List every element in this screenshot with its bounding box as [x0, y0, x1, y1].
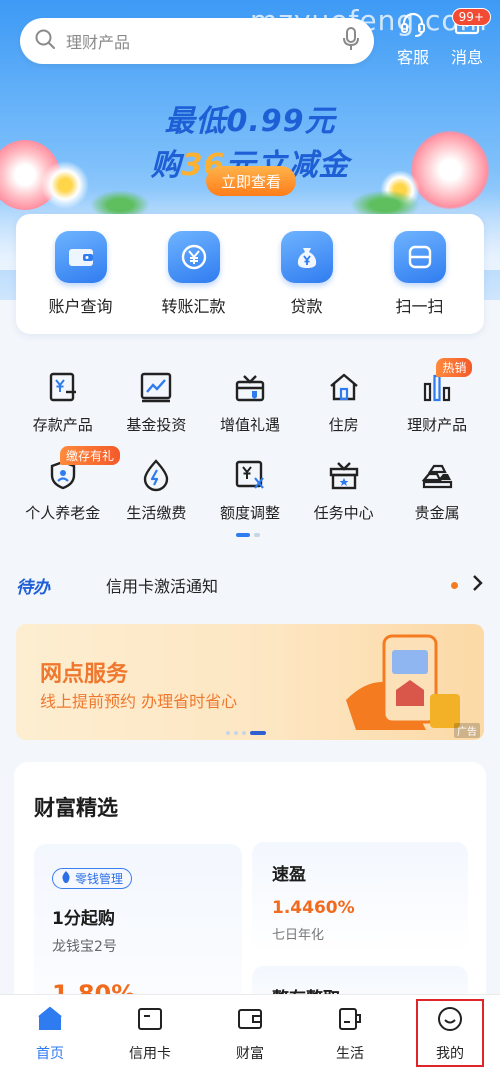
service-grid-row-2: 缴存有礼 个人养老金 生活缴费 额度调整 任务中心 贵金属 [16, 446, 484, 523]
todo-text: 信用卡激活通知 [106, 577, 219, 596]
page-dot [226, 731, 230, 735]
category-pill: 零钱管理 [52, 868, 133, 889]
tab-label: 首页 [36, 1046, 64, 1062]
tab-label: 生活 [336, 1046, 364, 1062]
tab-label: 信用卡 [129, 1046, 171, 1062]
phone-illustration [336, 630, 466, 736]
grid-label: 贵金属 [414, 504, 460, 522]
page-dot [234, 731, 238, 735]
page-dot-active [250, 731, 266, 735]
deposit-icon [44, 368, 82, 406]
message-badge: 99+ [451, 8, 491, 26]
page-dot [242, 731, 246, 735]
task-gift-icon [325, 456, 363, 494]
wealth-card-suying[interactable]: 速盈 1.4460% 七日年化 [252, 842, 468, 954]
cup-icon [336, 1005, 364, 1037]
grid-item-life-payment[interactable]: 生活缴费 [110, 456, 204, 523]
tab-wealth[interactable]: 财富 [205, 1005, 295, 1063]
action-label: 转账汇款 [161, 297, 226, 316]
service-grid-row-1: 存款产品 基金投资 增值礼遇 住房 热销 理财产品 [16, 358, 484, 435]
search-icon [34, 28, 56, 54]
headset-icon [399, 10, 427, 42]
action-label: 账户查询 [48, 297, 113, 316]
banner-line-1: 最低0.99元 [164, 104, 336, 139]
unread-dot [451, 581, 458, 589]
house-icon [325, 368, 363, 406]
hot-sale-tag: 热销 [436, 358, 473, 377]
banner-line-2-prefix: 购 [150, 148, 182, 183]
ad-page-indicator [226, 731, 266, 735]
ad-subtitle: 线上提前预约 办理省时省心 [40, 692, 238, 711]
product-rate: 1.4460% [272, 898, 355, 918]
branch-service-ad[interactable]: 网点服务 线上提前预约 办理省时省心 广告 [16, 624, 484, 740]
envelope-icon: 99+ [451, 8, 491, 42]
action-account-query[interactable]: 账户查询 [31, 231, 131, 317]
grid-item-fund[interactable]: 基金投资 [110, 368, 204, 435]
product-name: 龙钱宝2号 [52, 939, 117, 955]
grid-label: 任务中心 [313, 504, 374, 522]
grid-page-indicator [236, 533, 260, 537]
grid-label: 个人养老金 [25, 504, 101, 522]
grid-label: 生活缴费 [126, 504, 187, 522]
grid-item-wealth-products[interactable]: 热销 理财产品 [390, 358, 484, 435]
action-label: 贷款 [290, 297, 323, 316]
scan-icon [393, 231, 446, 283]
todo-tag: 待办 [16, 577, 50, 598]
yuan-transfer-icon [167, 231, 220, 283]
wallet-icon [54, 231, 107, 283]
grid-item-task-center[interactable]: 任务中心 [297, 456, 391, 523]
fund-chart-icon [137, 368, 175, 406]
grid-item-precious-metals[interactable]: 贵金属 [390, 456, 484, 523]
main-actions-card: 账户查询 转账汇款 贷款 扫一扫 [16, 214, 484, 334]
grid-label: 基金投资 [126, 416, 187, 434]
page-dot-active [236, 533, 250, 537]
flame-icon [61, 871, 71, 886]
mine-tab-highlight-box [416, 999, 484, 1067]
grid-item-value-gift[interactable]: 增值礼遇 [203, 368, 297, 435]
card-icon [136, 1005, 164, 1037]
grid-item-pension[interactable]: 缴存有礼 个人养老金 [16, 446, 121, 523]
action-transfer[interactable]: 转账汇款 [144, 231, 244, 317]
section-title: 财富精选 [34, 796, 118, 820]
microphone-icon[interactable] [342, 27, 360, 55]
grid-label: 理财产品 [407, 416, 468, 434]
grid-item-housing[interactable]: 住房 [297, 368, 391, 435]
grid-label: 额度调整 [219, 504, 280, 522]
search-bar[interactable]: 理财产品 [20, 18, 374, 64]
todo-notice-bar[interactable]: 待办 信用卡激活通知 [16, 565, 484, 605]
customer-service-button[interactable]: 客服 [390, 10, 436, 70]
action-label: 扫一扫 [395, 297, 444, 316]
chevron-right-icon[interactable] [472, 574, 484, 596]
quota-icon [231, 456, 269, 494]
rate-description: 七日年化 [272, 928, 325, 943]
grid-label: 存款产品 [32, 416, 93, 434]
home-icon [36, 1005, 64, 1037]
money-bag-icon [280, 231, 333, 283]
ad-label: 广告 [454, 723, 480, 738]
page-dot [254, 533, 260, 537]
grid-item-deposit[interactable]: 存款产品 [16, 368, 110, 435]
action-scan[interactable]: 扫一扫 [370, 231, 470, 317]
wallet-outline-icon [236, 1005, 264, 1037]
grid-label: 住房 [328, 416, 359, 434]
product-headline: 1分起购 [52, 909, 115, 929]
grid-label: 增值礼遇 [219, 416, 280, 434]
product-name: 速盈 [272, 865, 306, 885]
tab-label: 财富 [236, 1046, 264, 1062]
messages-button[interactable]: 99+ 消息 [444, 8, 491, 70]
tab-home[interactable]: 首页 [5, 1005, 95, 1063]
action-loan[interactable]: 贷款 [257, 231, 357, 317]
gold-bars-icon [418, 456, 456, 494]
tab-credit-card[interactable]: 信用卡 [105, 1005, 195, 1063]
drop-bolt-icon [137, 456, 175, 494]
ad-title: 网点服务 [40, 662, 129, 687]
search-placeholder: 理财产品 [66, 33, 131, 52]
gift-box-icon [231, 368, 269, 406]
banner-view-button[interactable]: 立即查看 [206, 166, 296, 196]
customer-service-label: 客服 [396, 48, 429, 67]
category-pill-text: 零钱管理 [75, 872, 124, 886]
tab-life[interactable]: 生活 [305, 1005, 395, 1063]
grid-item-quota-adjust[interactable]: 额度调整 [203, 456, 297, 523]
messages-label: 消息 [450, 48, 483, 67]
